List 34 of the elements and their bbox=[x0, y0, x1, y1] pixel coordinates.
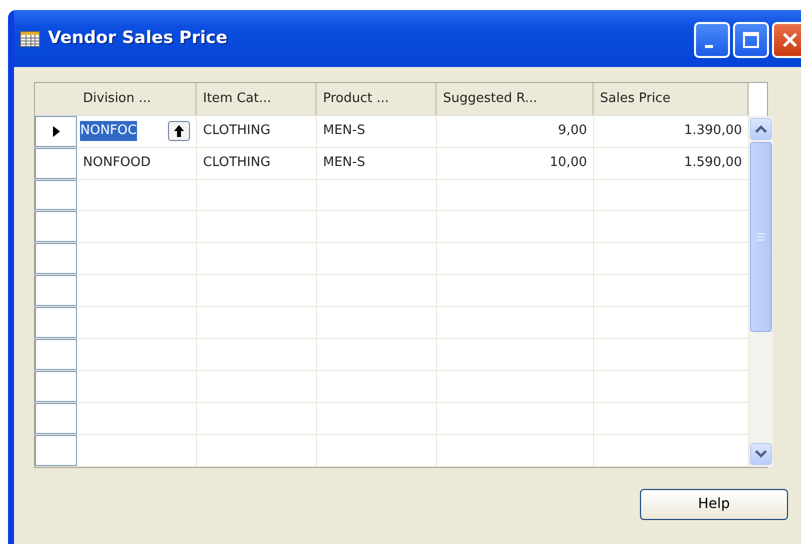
table-cell-text: MEN-S bbox=[323, 154, 366, 172]
table-cell-text: 10,00 bbox=[550, 154, 587, 172]
close-button[interactable] bbox=[772, 22, 801, 58]
table-cell-text: NONFOOD bbox=[83, 154, 151, 172]
scroll-up-button[interactable] bbox=[750, 118, 772, 140]
chevron-up-icon bbox=[755, 125, 767, 133]
cell-input[interactable]: NONFOC bbox=[80, 121, 137, 141]
chevron-down-icon bbox=[755, 450, 767, 458]
column-header[interactable]: Item Cat... bbox=[197, 83, 317, 115]
up-arrow-icon bbox=[174, 125, 184, 138]
maximize-icon bbox=[742, 30, 760, 48]
scrollbar[interactable] bbox=[749, 116, 773, 467]
table-cell-text: CLOTHING bbox=[203, 122, 270, 140]
row-selector[interactable] bbox=[35, 116, 77, 147]
current-row-icon bbox=[52, 126, 60, 137]
table-cell-text: 1.590,00 bbox=[684, 154, 742, 172]
minimize-icon bbox=[704, 45, 712, 48]
table-cell-text: MEN-S bbox=[323, 122, 366, 140]
scroll-thumb[interactable] bbox=[750, 142, 772, 332]
column-header[interactable]: Division ... bbox=[77, 83, 197, 115]
maximize-button[interactable] bbox=[732, 22, 769, 58]
column-header[interactable]: Suggested R... bbox=[437, 83, 594, 115]
scroll-down-button[interactable] bbox=[750, 443, 772, 465]
help-button[interactable]: Help bbox=[640, 489, 788, 520]
table-cell-text: CLOTHING bbox=[203, 154, 270, 172]
column-header[interactable]: Product ... bbox=[317, 83, 437, 115]
table-icon bbox=[20, 30, 40, 46]
column-header[interactable]: Sales Price bbox=[594, 83, 749, 115]
close-icon bbox=[781, 30, 799, 48]
table-cell-text: 9,00 bbox=[558, 122, 587, 140]
lookup-button[interactable] bbox=[168, 121, 190, 142]
table-cell-text: 1.390,00 bbox=[684, 122, 742, 140]
minimize-button[interactable] bbox=[694, 22, 730, 58]
window-title: Vendor Sales Price bbox=[48, 26, 228, 50]
